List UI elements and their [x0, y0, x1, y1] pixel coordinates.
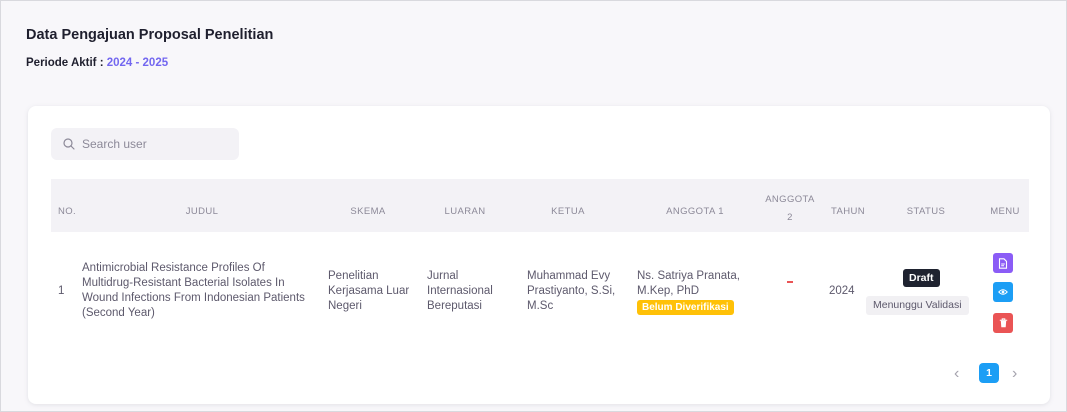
judul-line: Multidrug-Resistant Bacterial Isolates I… [82, 277, 285, 289]
pagination-next[interactable]: › [1012, 366, 1017, 382]
document-pdf-icon [998, 257, 1008, 269]
status-text: Menunggu Validasi [866, 296, 969, 315]
luaran-line: Bereputasi [427, 300, 482, 312]
col-luaran: LUARAN [444, 206, 486, 217]
status-badge-draft: Draft [903, 269, 940, 287]
view-button[interactable] [993, 282, 1013, 302]
anggota1-line: M.Kep, PhD [637, 285, 699, 297]
row-tahun: 2024 [829, 285, 855, 297]
col-anggota-2-line2: 2 [787, 212, 793, 223]
active-period: Periode Aktif : 2024 - 2025 [26, 57, 168, 69]
search-icon [63, 138, 75, 150]
search-box[interactable] [51, 128, 239, 160]
col-menu: MENU [990, 206, 1020, 217]
ketua-line: Muhammad Evy [527, 270, 611, 282]
verification-badge: Belum Diverifikasi [637, 300, 734, 315]
col-ketua: KETUA [551, 206, 585, 217]
col-no: NO. [58, 206, 77, 217]
judul-line: Wound Infections From Indonesian Patient… [82, 292, 305, 304]
judul-line: Antimicrobial Resistance Profiles Of [82, 262, 265, 274]
luaran-line: Internasional [427, 285, 493, 297]
skema-line: Kerjasama Luar [328, 285, 410, 297]
trash-icon [999, 318, 1007, 328]
row-judul: Antimicrobial Resistance Profiles Of Mul… [82, 261, 307, 321]
row-luaran: Jurnal Internasional Bereputasi [427, 269, 512, 314]
ketua-line: Prastiyanto, S.Si, [527, 285, 616, 297]
ketua-line: M.Sc [527, 300, 554, 312]
col-skema: SKEMA [350, 206, 386, 217]
col-tahun: TAHUN [830, 206, 866, 217]
skema-line: Negeri [328, 300, 362, 312]
judul-line: (Second Year) [82, 307, 155, 319]
row-number: 1 [58, 285, 65, 297]
pagination-prev[interactable]: ‹ [954, 366, 959, 382]
col-judul: JUDUL [185, 206, 219, 217]
row-anggota-1: Ns. Satriya Pranata, M.Kep, PhD Belum Di… [637, 269, 757, 315]
row-anggota-2 [787, 281, 793, 283]
page-title: Data Pengajuan Proposal Penelitian [26, 27, 274, 43]
eye-icon [998, 289, 1008, 295]
col-anggota-1: ANGGOTA 1 [666, 206, 724, 217]
row-ketua: Muhammad Evy Prastiyanto, S.Si, M.Sc [527, 269, 622, 314]
col-anggota-2-line1: ANGGOTA [765, 194, 815, 205]
search-input[interactable] [82, 137, 232, 151]
pagination-page-1[interactable]: 1 [979, 363, 999, 383]
col-anggota-2: ANGGOTA 2 [760, 193, 820, 225]
row-skema: Penelitian Kerjasama Luar Negeri [328, 269, 423, 314]
col-status: STATUS [906, 206, 946, 217]
period-value: 2024 - 2025 [106, 57, 169, 69]
skema-line: Penelitian [328, 270, 379, 282]
anggota1-line: Ns. Satriya Pranata, [637, 270, 740, 282]
pdf-button[interactable] [993, 253, 1013, 273]
delete-button[interactable] [993, 313, 1013, 333]
luaran-line: Jurnal [427, 270, 459, 282]
period-label: Periode Aktif : [26, 57, 107, 69]
